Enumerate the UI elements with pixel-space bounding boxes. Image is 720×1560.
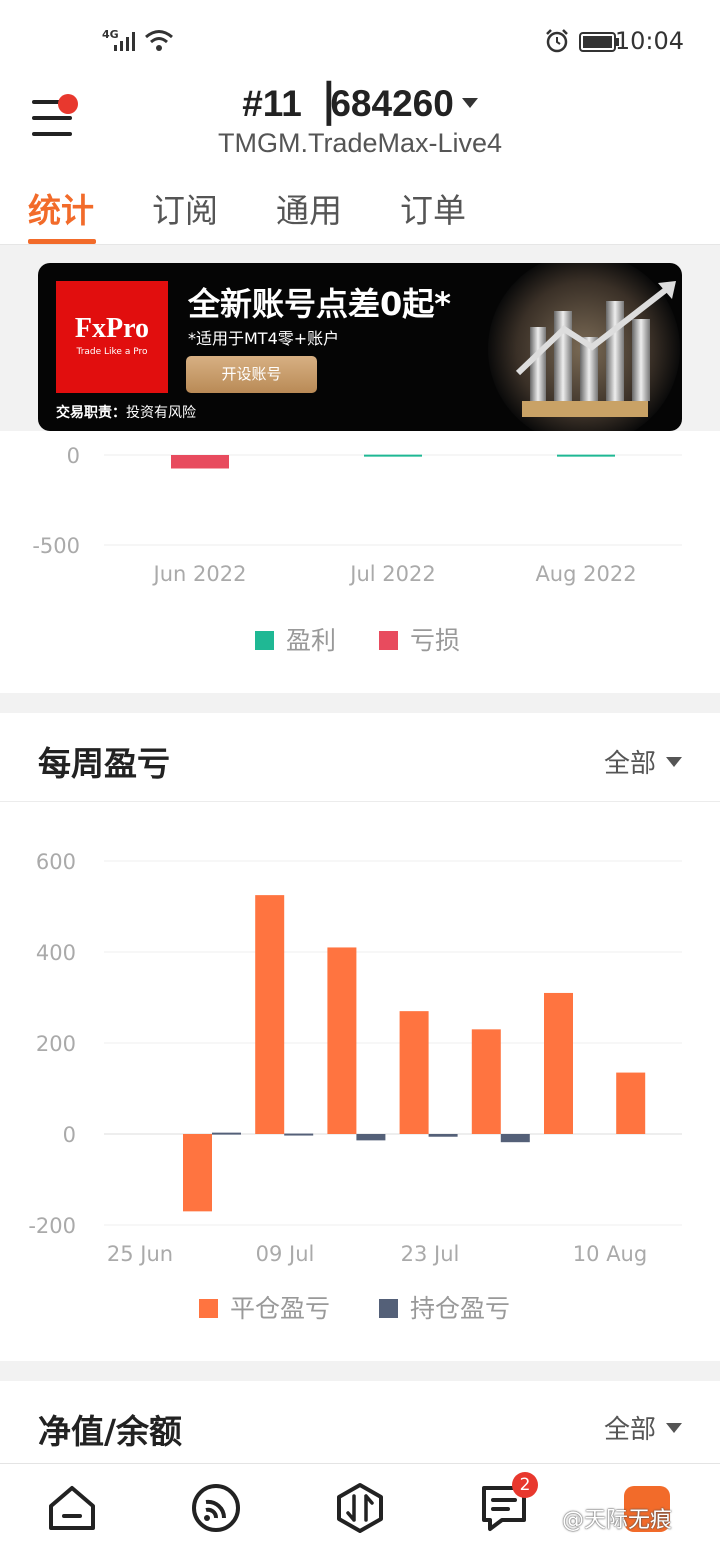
- tab-general[interactable]: 通用: [276, 184, 342, 232]
- bar-closed-pl: [471, 1029, 501, 1134]
- bar-closed-pl: [183, 1134, 212, 1212]
- bar-closed-pl: [399, 1011, 429, 1134]
- watermark: @天际无痕: [562, 1508, 673, 1533]
- caret-down-icon: [666, 1423, 682, 1433]
- trade-icon[interactable]: [334, 1482, 386, 1534]
- clock: 10:04: [614, 27, 684, 55]
- x-tick-label: 25 Jun: [107, 1242, 173, 1266]
- bar-closed-pl: [544, 992, 573, 1134]
- divider: [0, 801, 720, 802]
- legend-swatch: [255, 631, 274, 650]
- legend-swatch: [379, 631, 398, 650]
- equity-filter-dropdown[interactable]: 全部: [604, 1409, 682, 1446]
- account-number: #11▕684260: [242, 83, 454, 124]
- app-header: #11▕684260 TMGM.TradeMax-Live4 统计 订阅 通用 …: [0, 80, 720, 245]
- x-tick-label: 10 Aug: [573, 1242, 647, 1266]
- legend-closed-pl[interactable]: 平仓盈亏: [199, 1289, 330, 1325]
- weekly-chart: 600 400 200 0 -200 25 Jun 09 Jul 23 Jul 10 Aug: [28, 850, 682, 1266]
- ad-banner[interactable]: FxPro Trade Like a Pro 全新账号点差0起* *适用于MT4…: [38, 263, 682, 431]
- x-tick-label: Jun 2022: [152, 562, 247, 586]
- x-tick-label: Aug 2022: [535, 562, 636, 586]
- caret-down-icon: [666, 757, 682, 767]
- y-tick-label: 0: [63, 1123, 76, 1147]
- y-tick-label: -500: [32, 534, 80, 558]
- home-icon[interactable]: [46, 1482, 98, 1534]
- bar-floating-pl: [500, 1134, 530, 1143]
- weekly-filter-dropdown[interactable]: 全部: [604, 743, 682, 780]
- unread-badge: 2: [512, 1472, 538, 1498]
- monthly-profit-card: 0 -500 Jun 2022 Jul 2022 Aug 2022 盈利 亏损: [0, 431, 720, 693]
- tab-subscription[interactable]: 订阅: [152, 184, 218, 232]
- legend-swatch: [199, 1299, 218, 1318]
- bar-closed-pl: [255, 895, 285, 1134]
- bar-profit: [364, 454, 422, 457]
- legend-swatch: [379, 1299, 398, 1318]
- ad-headline: 全新账号点差0起*: [188, 285, 452, 323]
- x-tick-label: 23 Jul: [401, 1242, 460, 1266]
- section-title: 净值/余额: [38, 1412, 183, 1451]
- status-bar: 4G 10:04: [0, 0, 720, 80]
- bar-floating-pl: [428, 1134, 458, 1137]
- y-tick-label: 600: [36, 850, 76, 874]
- bottom-nav: 2 @天际无痕: [0, 1463, 720, 1560]
- ad-subline: *适用于MT4零+账户: [188, 329, 340, 348]
- bar-closed-pl: [616, 1072, 646, 1134]
- active-tab-indicator: [28, 239, 96, 244]
- y-tick-label: 0: [67, 444, 80, 468]
- bar-closed-pl: [327, 947, 357, 1134]
- tab-orders[interactable]: 订单: [400, 184, 466, 232]
- fxpro-logo: FxPro Trade Like a Pro: [56, 281, 168, 393]
- wifi-icon: [145, 30, 173, 51]
- monthly-chart: 0 -500 Jun 2022 Jul 2022 Aug 2022: [32, 444, 682, 586]
- weekly-profit-card: 每周盈亏 全部 600 400 200 0 -200 25 Jun 09 Jul 23 Jul…: [0, 713, 720, 1361]
- tab-bar: 统计 订阅 通用 订单: [0, 184, 720, 244]
- signal-icon: [114, 32, 135, 51]
- bar-floating-pl: [356, 1134, 386, 1141]
- signals-icon[interactable]: [190, 1482, 242, 1534]
- server-name: TMGM.TradeMax-Live4: [217, 128, 503, 158]
- legend-profit[interactable]: 盈利: [255, 621, 336, 657]
- x-tick-label: Jul 2022: [348, 562, 435, 586]
- y-tick-label: 200: [36, 1032, 76, 1056]
- equity-balance-card: 净值/余额 全部: [0, 1381, 720, 1463]
- bar-profit: [557, 454, 615, 457]
- tab-statistics[interactable]: 统计: [28, 184, 94, 232]
- caret-down-icon: [461, 98, 478, 108]
- section-title: 每周盈亏: [38, 744, 170, 783]
- bar-floating-pl: [212, 1132, 241, 1135]
- alarm-icon: [546, 29, 568, 53]
- x-tick-label: 09 Jul: [256, 1242, 315, 1266]
- account-switcher[interactable]: #11▕684260: [0, 80, 720, 125]
- bar-loss: [171, 455, 229, 469]
- y-tick-label: -200: [28, 1214, 76, 1238]
- bar-floating-pl: [284, 1133, 314, 1136]
- y-tick-label: 400: [36, 941, 76, 965]
- open-account-button[interactable]: 开设账号: [186, 356, 317, 393]
- legend-loss[interactable]: 亏损: [379, 621, 460, 657]
- legend-floating-pl[interactable]: 持仓盈亏: [379, 1289, 510, 1325]
- risk-warning: 交易职责：投资有风险: [56, 405, 196, 421]
- chart-art-icon: [488, 263, 680, 431]
